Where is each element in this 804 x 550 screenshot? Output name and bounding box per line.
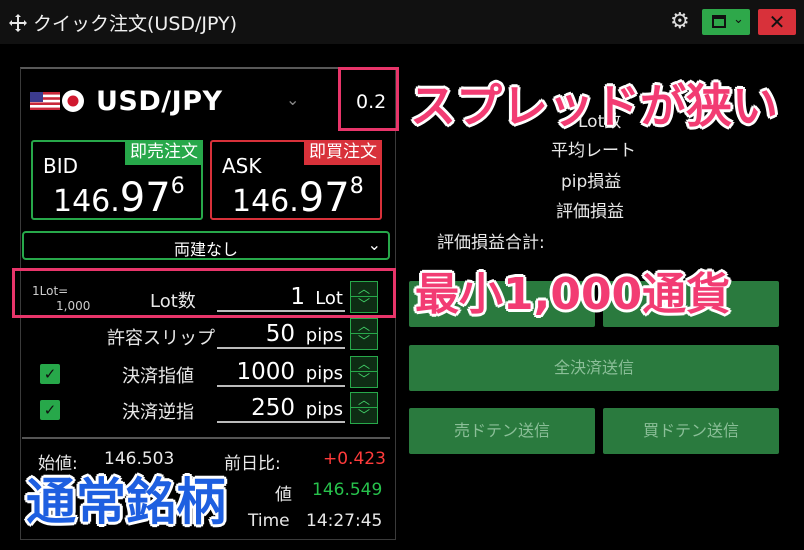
lot-label: Lot数 bbox=[150, 291, 196, 312]
bid-price-pip: 6 bbox=[170, 174, 185, 199]
change-label: 前日比: bbox=[224, 454, 281, 474]
chevron-up-icon: ︿ bbox=[351, 393, 377, 408]
lot-stepper[interactable]: ︿ ﹀ bbox=[350, 281, 378, 313]
window-layout-button[interactable]: ⌄ bbox=[702, 9, 750, 35]
slip-label: 許容スリップ bbox=[107, 328, 215, 349]
bid-price-big: 97 bbox=[119, 175, 171, 221]
hedge-select-value: 両建なし bbox=[173, 240, 238, 259]
limit-input[interactable]: 1000 pips bbox=[217, 359, 345, 387]
stop-checkbox[interactable]: ✓ bbox=[40, 400, 60, 420]
annotation-min-units: 最小1,000通貨 bbox=[415, 269, 731, 320]
time-value: 14:27:45 bbox=[306, 511, 383, 531]
change-value: +0.423 bbox=[323, 449, 386, 469]
limit-checkbox[interactable]: ✓ bbox=[40, 364, 60, 384]
slip-stepper[interactable]: ︿ ﹀ bbox=[350, 318, 378, 350]
hedge-select[interactable]: 両建なし ⌄ bbox=[22, 231, 390, 260]
lot-note-line1: 1Lot= bbox=[32, 284, 69, 298]
chevron-down-icon: ﹀ bbox=[357, 334, 370, 348]
slip-input[interactable]: 50 pips bbox=[217, 321, 345, 349]
limit-value: 1000 bbox=[236, 359, 295, 385]
ask-price: 146.978 bbox=[232, 174, 364, 221]
total-pl-label: 評価損益合計: bbox=[437, 233, 545, 253]
stop-label: 決済逆指 bbox=[122, 402, 194, 423]
stop-unit: pips bbox=[305, 399, 343, 420]
high-value: 146.549 bbox=[312, 480, 383, 500]
chevron-down-icon: ﹀ bbox=[357, 372, 370, 386]
chevron-up-icon: ︿ bbox=[351, 319, 377, 334]
time-label: Time bbox=[248, 511, 290, 531]
pl-label: 評価損益 bbox=[556, 202, 624, 222]
annotation-normal-symbol: 通常銘柄 bbox=[26, 473, 226, 531]
close-icon[interactable]: ✕ bbox=[758, 9, 796, 35]
ask-price-big: 97 bbox=[298, 175, 350, 221]
move-icon[interactable] bbox=[8, 13, 28, 33]
lot-value: 1 bbox=[290, 284, 305, 310]
limit-unit: pips bbox=[305, 363, 343, 384]
chevron-up-icon: ︿ bbox=[351, 282, 377, 297]
lot-input[interactable]: 1 Lot bbox=[217, 284, 345, 312]
bid-price: 146.976 bbox=[53, 174, 185, 221]
limit-stepper[interactable]: ︿ ﹀ bbox=[350, 356, 378, 388]
high-label: 値 bbox=[275, 485, 292, 505]
buy-doten-button[interactable]: 買ドテン送信 bbox=[603, 408, 779, 454]
stop-value: 250 bbox=[251, 395, 295, 421]
us-flag bbox=[30, 92, 60, 110]
jp-flag bbox=[62, 90, 84, 112]
spread-highlight-box bbox=[338, 67, 399, 131]
lot-note-line2: 1,000 bbox=[56, 299, 91, 313]
instant-sell-tag: 即売注文 bbox=[125, 140, 203, 165]
annotation-narrow-spread: スプレッドが狭い bbox=[410, 79, 778, 133]
bid-sell-button[interactable]: BID 即売注文 146.976 bbox=[31, 140, 203, 221]
limit-label: 決済指値 bbox=[122, 366, 194, 387]
ask-buy-button[interactable]: ASK 即買注文 146.978 bbox=[210, 140, 382, 221]
stop-stepper[interactable]: ︿ ﹀ bbox=[350, 392, 378, 424]
slip-value: 50 bbox=[265, 321, 295, 347]
chevron-down-icon: ⌄ bbox=[733, 12, 744, 27]
lot-unit: Lot bbox=[315, 288, 343, 309]
chevron-down-icon: ﹀ bbox=[357, 297, 370, 311]
gear-icon[interactable]: ⚙ bbox=[670, 11, 690, 33]
sell-doten-button[interactable]: 売ドテン送信 bbox=[409, 408, 595, 454]
slip-unit: pips bbox=[305, 325, 343, 346]
chevron-down-icon: ⌄ bbox=[367, 235, 381, 254]
window-title: クイック注文(USD/JPY) bbox=[33, 13, 238, 35]
bid-price-main: 146. bbox=[53, 184, 120, 219]
pair-dropdown-icon[interactable]: ⌄ bbox=[286, 90, 299, 109]
currency-pair[interactable]: USD/JPY bbox=[96, 86, 223, 117]
divider bbox=[22, 437, 390, 439]
instant-buy-tag: 即買注文 bbox=[304, 140, 382, 165]
chevron-up-icon: ︿ bbox=[351, 357, 377, 372]
window-layout-icon bbox=[712, 15, 726, 28]
currency-flags-icon bbox=[30, 90, 84, 112]
stop-input[interactable]: 250 pips bbox=[217, 395, 345, 423]
ask-price-pip: 8 bbox=[349, 174, 364, 199]
close-all-button[interactable]: 全決済送信 bbox=[409, 345, 779, 391]
avg-rate-label: 平均レート bbox=[551, 141, 636, 161]
chevron-down-icon: ﹀ bbox=[357, 408, 370, 422]
ask-price-main: 146. bbox=[232, 184, 299, 219]
pip-pl-label: pip損益 bbox=[561, 172, 622, 192]
